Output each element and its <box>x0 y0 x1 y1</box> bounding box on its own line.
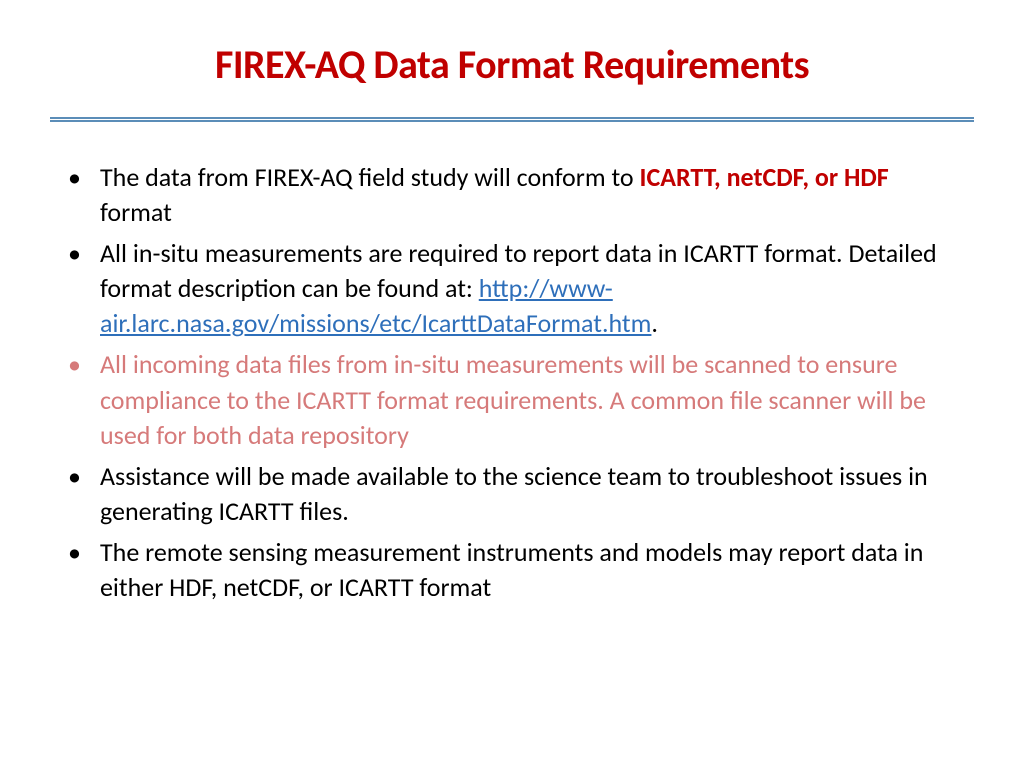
bullet-list: The data from FIREX-AQ field study will … <box>50 160 974 605</box>
bullet-item-5: The remote sensing measurement instrumen… <box>100 535 974 605</box>
bullet-item-2: All in-situ measurements are required to… <box>100 236 974 341</box>
bullet-item-1: The data from FIREX-AQ field study will … <box>100 160 974 230</box>
bullet-text: All incoming data files from in-situ mea… <box>100 348 926 450</box>
bullet-text: Assistance will be made available to the… <box>100 460 928 527</box>
bullet-text-post: . <box>651 307 658 339</box>
bullet-highlight: ICARTT, netCDF, or HDF <box>640 161 889 193</box>
title-divider <box>50 117 974 122</box>
slide-title: FIREX-AQ Data Format Requirements <box>50 40 974 89</box>
bullet-text-post: format <box>100 196 172 228</box>
slide-container: FIREX-AQ Data Format Requirements The da… <box>0 0 1024 768</box>
bullet-item-4: Assistance will be made available to the… <box>100 459 974 529</box>
bullet-text-pre: The data from FIREX-AQ field study will … <box>100 161 640 193</box>
bullet-text: The remote sensing measurement instrumen… <box>100 536 923 603</box>
bullet-item-3: All incoming data files from in-situ mea… <box>100 347 974 452</box>
